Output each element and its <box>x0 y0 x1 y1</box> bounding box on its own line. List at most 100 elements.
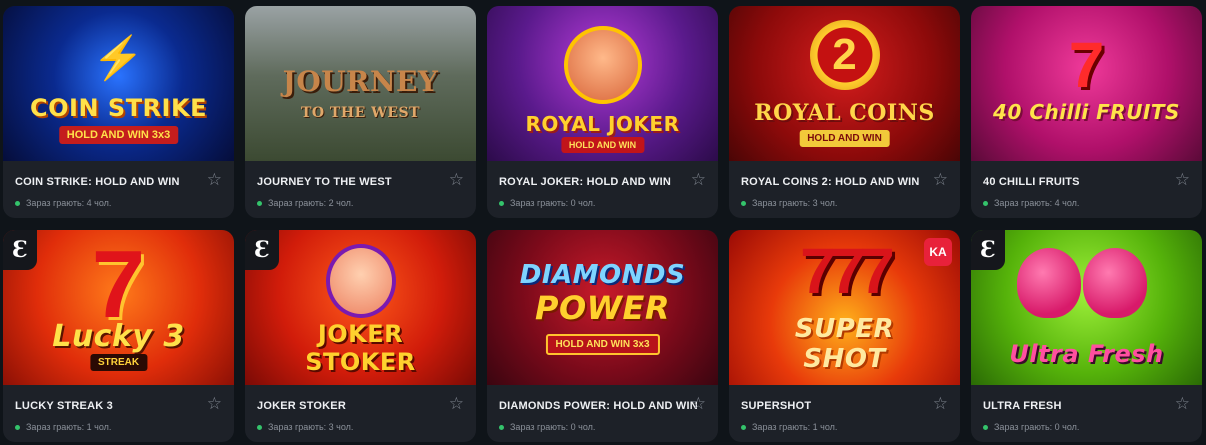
game-thumbnail[interactable]: JOURNEY TO THE WEST <box>245 6 476 161</box>
game-card-royal-joker[interactable]: ROYAL JOKER HOLD AND WIN ROYAL JOKER: HO… <box>487 6 718 218</box>
game-info: ULTRA FRESH ☆ Зараз грають: 0 чол. <box>971 385 1202 442</box>
online-text: Зараз грають: 2 чол. <box>268 198 354 208</box>
art-title: ROYAL JOKER <box>525 112 680 136</box>
online-count: Зараз грають: 1 чол. <box>15 422 111 432</box>
game-info: LUCKY STREAK 3 ☆ Зараз грають: 1 чол. <box>3 385 234 442</box>
online-dot-icon <box>15 200 20 206</box>
online-count: Зараз грають: 1 чол. <box>741 422 837 432</box>
online-text: Зараз грають: 3 чол. <box>268 422 354 432</box>
star-icon[interactable]: ☆ <box>1175 171 1190 188</box>
game-title[interactable]: 40 CHILLI FRUITS <box>983 176 1080 188</box>
star-icon[interactable]: ☆ <box>207 171 222 188</box>
provider-badge: Ɛ <box>971 230 1005 270</box>
game-title[interactable]: ROYAL COINS 2: HOLD AND WIN <box>741 176 920 188</box>
art-subtitle: STOKER <box>305 348 416 376</box>
game-card-coin-strike[interactable]: ⚡ COIN STRIKE HOLD AND WIN 3x3 COIN STRI… <box>3 6 234 218</box>
online-text: Зараз грають: 1 чол. <box>26 422 112 432</box>
online-text: Зараз грають: 1 чол. <box>752 422 838 432</box>
game-title[interactable]: JOKER STOKER <box>257 400 346 412</box>
game-info: ROYAL COINS 2: HOLD AND WIN ☆ Зараз граю… <box>729 161 960 218</box>
raspberry-icon <box>1017 248 1081 318</box>
game-card-journey-west[interactable]: JOURNEY TO THE WEST JOURNEY TO THE WEST … <box>245 6 476 218</box>
game-title[interactable]: COIN STRIKE: HOLD AND WIN <box>15 176 180 188</box>
online-text: Зараз грають: 0 чол. <box>510 198 596 208</box>
online-dot-icon <box>499 424 504 430</box>
online-count: Зараз грають: 0 чол. <box>499 422 595 432</box>
art-title: 40 Chilli FRUITS <box>993 100 1180 124</box>
game-thumbnail[interactable]: 7 40 Chilli FRUITS <box>971 6 1202 161</box>
provider-badge: Ɛ <box>3 230 37 270</box>
game-thumbnail[interactable]: Ultra Fresh Ɛ <box>971 230 1202 385</box>
joker-face-icon <box>325 244 396 318</box>
game-thumbnail[interactable]: DIAMONDS POWER HOLD AND WIN 3x3 <box>487 230 718 385</box>
star-icon[interactable]: ☆ <box>449 171 464 188</box>
star-icon[interactable]: ☆ <box>933 395 948 412</box>
online-dot-icon <box>257 424 262 430</box>
online-count: Зараз грають: 4 чол. <box>15 198 111 208</box>
art-subtitle: HOLD AND WIN 3x3 <box>58 126 179 144</box>
online-dot-icon <box>983 200 988 206</box>
game-thumbnail[interactable]: 777 SUPER SHOT KA <box>729 230 960 385</box>
provider-logo-icon: Ɛ <box>12 237 28 263</box>
online-text: Зараз грають: 4 чол. <box>26 198 112 208</box>
game-title[interactable]: JOURNEY TO THE WEST <box>257 176 392 188</box>
online-dot-icon <box>741 424 746 430</box>
star-icon[interactable]: ☆ <box>449 395 464 412</box>
art-title: COIN STRIKE <box>30 94 207 122</box>
game-title[interactable]: LUCKY STREAK 3 <box>15 400 113 412</box>
online-count: Зараз грають: 3 чол. <box>257 422 353 432</box>
coin-number-icon: 2 <box>809 20 880 90</box>
game-title[interactable]: DIAMONDS POWER: HOLD AND WIN <box>499 400 698 412</box>
game-card-royal-coins-2[interactable]: 2 ROYAL COINS HOLD AND WIN ROYAL COINS 2… <box>729 6 960 218</box>
online-count: Зараз грають: 4 чол. <box>983 198 1079 208</box>
game-thumbnail[interactable]: 7 Lucky 3 STREAK Ɛ <box>3 230 234 385</box>
game-card-ultra-fresh[interactable]: Ultra Fresh Ɛ ULTRA FRESH ☆ Зараз грають… <box>971 230 1202 442</box>
lightning-icon: ⚡ <box>92 34 145 81</box>
game-card-40-chilli-fruits[interactable]: 7 40 Chilli FRUITS 40 CHILLI FRUITS ☆ За… <box>971 6 1202 218</box>
art-title: DIAMONDS <box>519 260 686 290</box>
game-info: DIAMONDS POWER: HOLD AND WIN ☆ Зараз гра… <box>487 385 718 442</box>
game-thumbnail[interactable]: 2 ROYAL COINS HOLD AND WIN <box>729 6 960 161</box>
art-title: JOKER <box>317 320 404 348</box>
game-thumbnail[interactable]: JOKER STOKER Ɛ <box>245 230 476 385</box>
game-info: 40 CHILLI FRUITS ☆ Зараз грають: 4 чол. <box>971 161 1202 218</box>
star-icon[interactable]: ☆ <box>1175 395 1190 412</box>
game-info: COIN STRIKE: HOLD AND WIN ☆ Зараз грають… <box>3 161 234 218</box>
star-icon[interactable]: ☆ <box>207 395 222 412</box>
art-title-2: POWER <box>535 289 670 327</box>
seven-icon: 7 <box>1068 29 1105 101</box>
online-dot-icon <box>15 424 20 430</box>
online-count: Зараз грають: 0 чол. <box>983 422 1079 432</box>
art-subtitle: STREAK <box>89 354 148 371</box>
online-text: Зараз грають: 0 чол. <box>510 422 596 432</box>
art-subtitle: HOLD AND WIN <box>560 137 645 153</box>
game-title[interactable]: ROYAL JOKER: HOLD AND WIN <box>499 176 671 188</box>
game-title[interactable]: ULTRA FRESH <box>983 400 1062 412</box>
provider-logo-icon: Ɛ <box>980 237 996 263</box>
star-icon[interactable]: ☆ <box>933 171 948 188</box>
game-info: JOKER STOKER ☆ Зараз грають: 3 чол. <box>245 385 476 442</box>
art-title-2: SHOT <box>803 344 886 374</box>
provider-logo-icon: Ɛ <box>254 237 270 263</box>
online-text: Зараз грають: 3 чол. <box>752 198 838 208</box>
art-title: ROYAL COINS <box>754 100 935 126</box>
art-subtitle: HOLD AND WIN 3x3 <box>545 334 660 355</box>
star-icon[interactable]: ☆ <box>691 395 706 412</box>
art-title: Ultra Fresh <box>1009 340 1164 368</box>
online-count: Зараз грають: 2 чол. <box>257 198 353 208</box>
art-title: JOURNEY <box>282 65 439 98</box>
game-title[interactable]: SUPERSHOT <box>741 400 811 412</box>
games-grid: ⚡ COIN STRIKE HOLD AND WIN 3x3 COIN STRI… <box>0 0 1206 445</box>
online-text: Зараз грають: 4 чол. <box>994 198 1080 208</box>
game-card-lucky-streak-3[interactable]: 7 Lucky 3 STREAK Ɛ LUCKY STREAK 3 ☆ Зара… <box>3 230 234 442</box>
provider-ka-badge: KA <box>924 238 952 266</box>
online-dot-icon <box>983 424 988 430</box>
game-card-supershot[interactable]: 777 SUPER SHOT KA SUPERSHOT ☆ Зараз граю… <box>729 230 960 442</box>
game-thumbnail[interactable]: ROYAL JOKER HOLD AND WIN <box>487 6 718 161</box>
game-thumbnail[interactable]: ⚡ COIN STRIKE HOLD AND WIN 3x3 <box>3 6 234 161</box>
online-dot-icon <box>499 200 504 206</box>
game-card-diamonds-power[interactable]: DIAMONDS POWER HOLD AND WIN 3x3 DIAMONDS… <box>487 230 718 442</box>
star-icon[interactable]: ☆ <box>691 171 706 188</box>
game-info: ROYAL JOKER: HOLD AND WIN ☆ Зараз грають… <box>487 161 718 218</box>
game-card-joker-stoker[interactable]: JOKER STOKER Ɛ JOKER STOKER ☆ Зараз граю… <box>245 230 476 442</box>
